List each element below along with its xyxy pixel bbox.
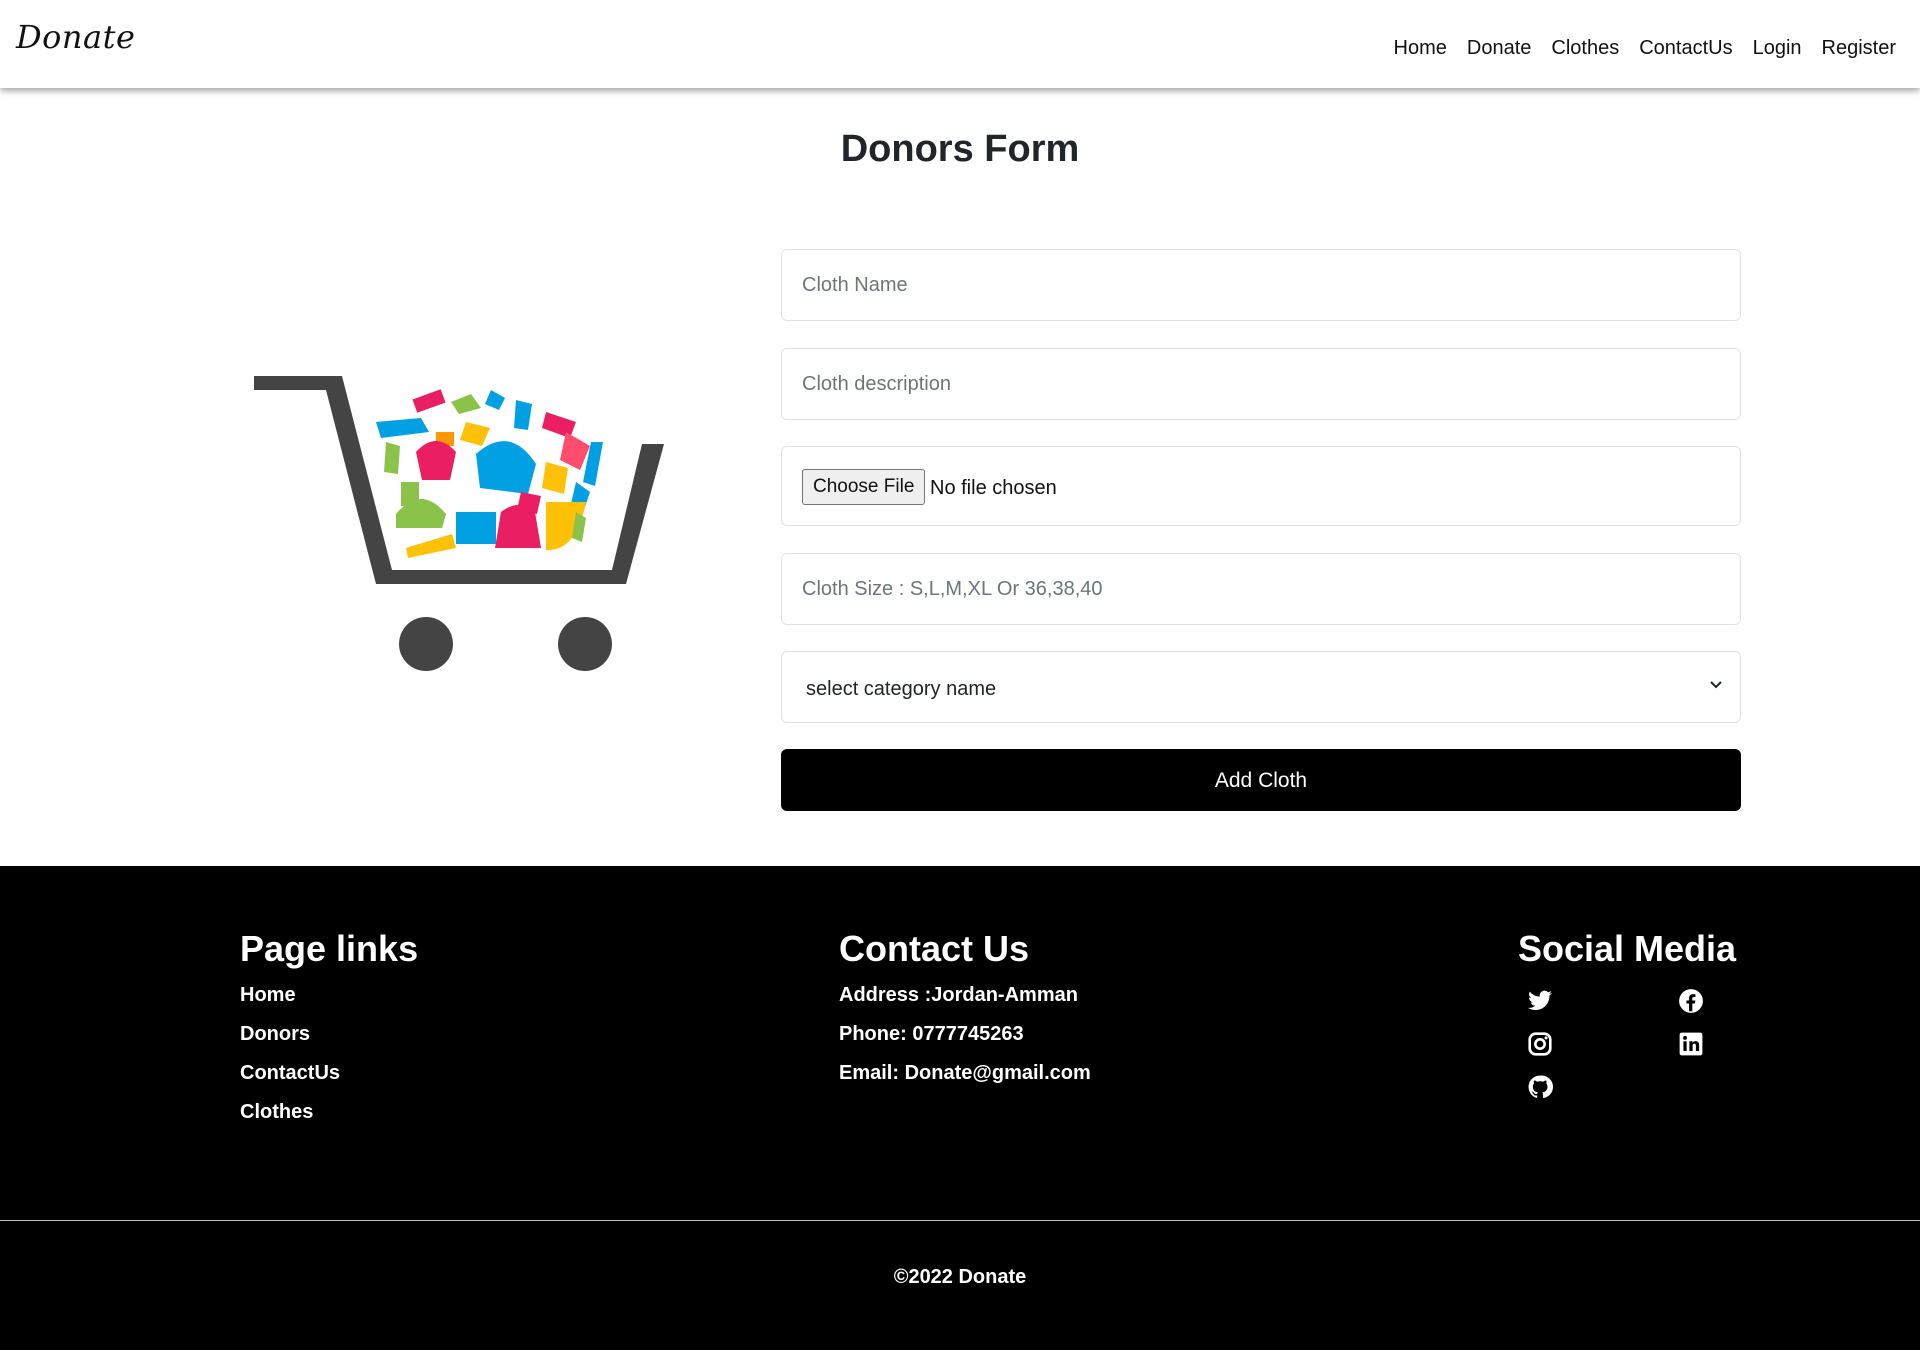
twitter-icon[interactable] [1527, 988, 1553, 1014]
footer-divider [0, 1220, 1920, 1221]
page-links-heading: Page links [240, 928, 419, 969]
footer-link-contactus[interactable]: ContactUs [240, 1062, 418, 1085]
nav-links: Home Donate Clothes ContactUs Login Regi… [1394, 37, 1896, 60]
footer-social: Social Media [1518, 928, 1736, 1124]
cloth-description-input[interactable] [782, 349, 1740, 419]
footer-contact: Contact Us Address :Jordan-Amman Phone: … [839, 928, 1091, 1101]
top-navbar: Donate Home Donate Clothes ContactUs Log… [0, 0, 1920, 88]
copyright-text: ©2022 Donate [893, 1266, 1027, 1288]
choose-file-button[interactable]: Choose File [802, 469, 926, 505]
brand-logo[interactable]: Donate [16, 18, 135, 56]
contact-email: Email: Donate@gmail.com [839, 1062, 1091, 1084]
footer: Page links Home Donors ContactUs Clothes… [0, 866, 1920, 1350]
footer-link-home[interactable]: Home [240, 984, 418, 1007]
category-select[interactable]: select category name [781, 651, 1741, 723]
chevron-down-icon [1710, 681, 1722, 689]
cloth-name-input[interactable] [782, 250, 1740, 320]
facebook-icon[interactable] [1678, 988, 1704, 1014]
social-heading: Social Media [1518, 928, 1737, 969]
file-status-text: No file chosen [930, 477, 1057, 499]
nav-link-contactus[interactable]: ContactUs [1639, 37, 1732, 60]
cloth-name-field[interactable] [781, 249, 1741, 321]
clothes-collage [376, 389, 603, 558]
cloth-size-input[interactable] [782, 554, 1740, 624]
footer-link-clothes[interactable]: Clothes [240, 1101, 418, 1124]
cart-illustration [246, 372, 676, 692]
shopping-cart-icon [254, 376, 664, 671]
footer-page-links: Page links Home Donors ContactUs Clothes [240, 928, 418, 1140]
nav-link-clothes[interactable]: Clothes [1551, 37, 1619, 60]
category-select-value: select category name [806, 678, 997, 700]
nav-link-donate[interactable]: Donate [1467, 37, 1532, 60]
contact-heading: Contact Us [839, 928, 1030, 969]
cloth-description-field[interactable] [781, 348, 1741, 420]
nav-link-register[interactable]: Register [1822, 37, 1896, 60]
contact-phone: Phone: 0777745263 [839, 1023, 1024, 1045]
footer-link-donors[interactable]: Donors [240, 1023, 418, 1046]
nav-link-login[interactable]: Login [1753, 37, 1802, 60]
cloth-image-field: Choose File No file chosen [781, 446, 1741, 526]
page-title: Donors Form [840, 128, 1080, 170]
nav-link-home[interactable]: Home [1394, 37, 1447, 60]
github-icon[interactable] [1527, 1074, 1553, 1100]
cloth-size-field[interactable] [781, 553, 1741, 625]
instagram-icon[interactable] [1527, 1031, 1553, 1057]
add-cloth-button[interactable]: Add Cloth [781, 749, 1741, 811]
contact-address: Address :Jordan-Amman [839, 984, 1078, 1006]
social-icons [1518, 984, 1718, 1124]
linkedin-icon[interactable] [1678, 1031, 1704, 1057]
